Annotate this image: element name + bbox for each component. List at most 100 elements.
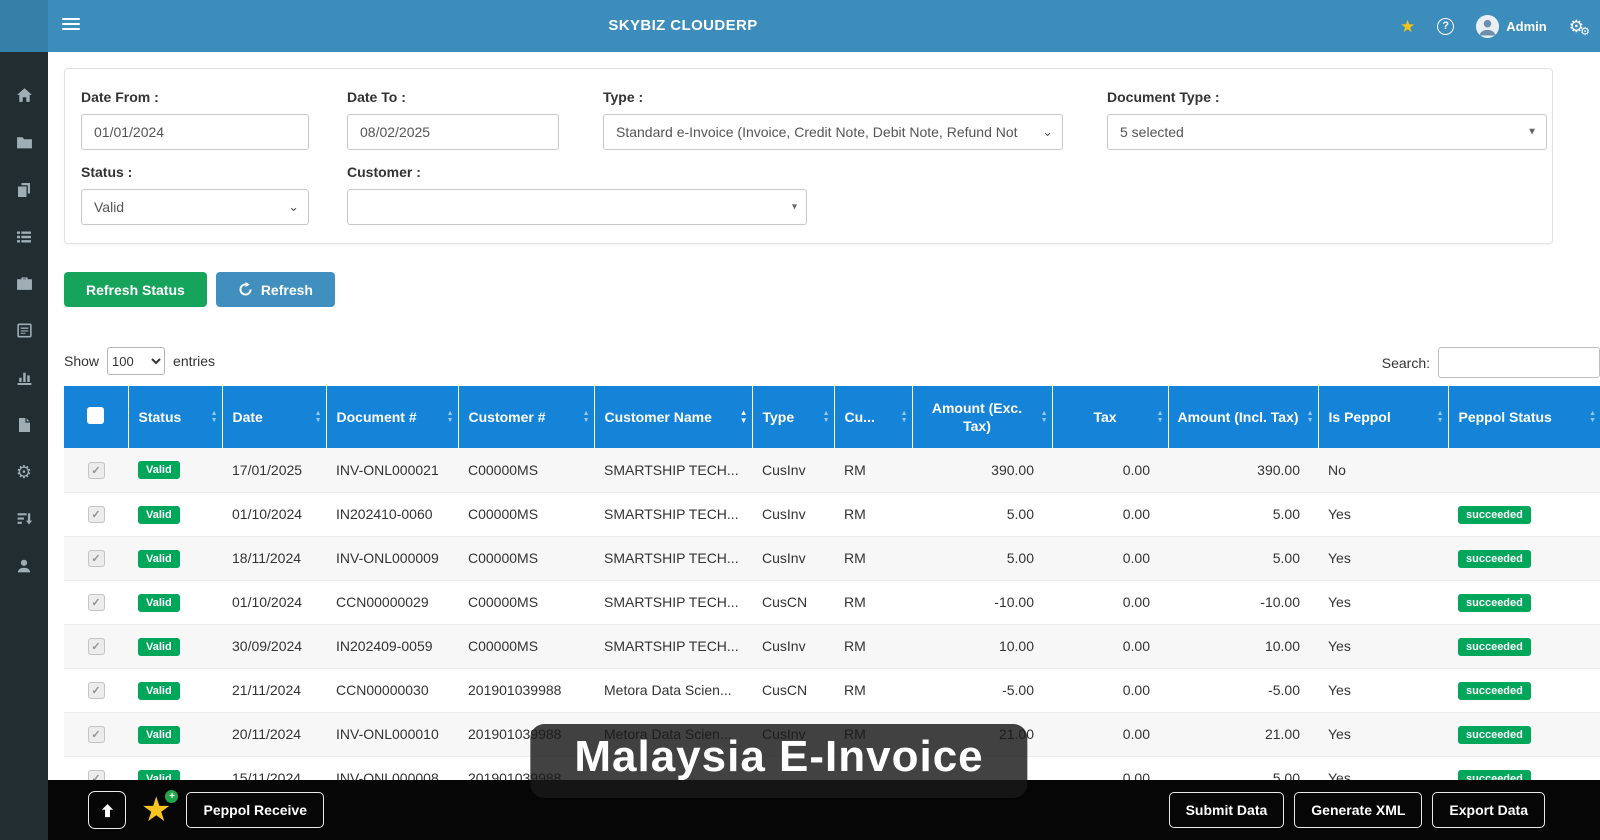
- page-title: Malaysia E-Invoice: [574, 732, 983, 781]
- generate-xml-button[interactable]: Generate XML: [1294, 792, 1422, 828]
- sidebar-item-copy-icon[interactable]: [0, 166, 48, 213]
- customer_no-cell: 201901039988: [458, 668, 594, 712]
- settings-gears-icon[interactable]: ⚙⚙: [1569, 18, 1584, 35]
- peppol_status-cell: succeeded: [1448, 492, 1600, 536]
- is_peppol-cell: Yes: [1318, 624, 1448, 668]
- peppol_status-cell: succeeded: [1448, 668, 1600, 712]
- column-header-amount_exc[interactable]: Amount (Exc. Tax)▲▼: [912, 386, 1052, 448]
- user-menu[interactable]: Admin: [1476, 15, 1546, 38]
- column-header-peppol_status[interactable]: Peppol Status▲▼: [1448, 386, 1600, 448]
- status-cell: Valid: [128, 580, 222, 624]
- entries-label: entries: [173, 353, 215, 369]
- sort-icon: ▲▼: [1041, 410, 1048, 424]
- row-checkbox[interactable]: ✓: [88, 462, 105, 479]
- checkbox-cell: ✓: [64, 712, 128, 756]
- date-to-input[interactable]: [347, 114, 559, 150]
- column-header-doc[interactable]: Document #▲▼: [326, 386, 458, 448]
- row-checkbox[interactable]: ✓: [88, 726, 105, 743]
- peppol-receive-button[interactable]: Peppol Receive: [186, 792, 324, 828]
- sidebar-item-file-icon[interactable]: [0, 401, 48, 448]
- column-header-date[interactable]: Date▲▼: [222, 386, 326, 448]
- menu-icon[interactable]: [62, 18, 80, 32]
- sidebar-item-user-icon[interactable]: [0, 542, 48, 589]
- column-header-customer_name[interactable]: Customer Name▲▼: [594, 386, 752, 448]
- status-cell: Valid: [128, 624, 222, 668]
- dropdown-icon: ▾: [792, 202, 797, 213]
- date-to-label: Date To :: [347, 89, 559, 106]
- scroll-top-button[interactable]: [88, 791, 126, 829]
- customer_no-cell: C00000MS: [458, 492, 594, 536]
- column-header-status[interactable]: Status▲▼: [128, 386, 222, 448]
- page-size-select[interactable]: 100: [107, 347, 165, 375]
- doc-cell: CCN00000029: [326, 580, 458, 624]
- favorite-add-icon[interactable]: ★ +: [141, 793, 171, 827]
- peppol_status-cell: succeeded: [1448, 712, 1600, 756]
- status-badge: Valid: [138, 550, 180, 568]
- is_peppol-cell: Yes: [1318, 580, 1448, 624]
- sidebar-item-list-icon[interactable]: [0, 213, 48, 260]
- topbar-corner: [0, 0, 48, 52]
- sort-icon: ▲▼: [315, 410, 322, 424]
- sidebar-item-folder-icon[interactable]: [0, 119, 48, 166]
- status-select[interactable]: Valid ⌄: [81, 189, 309, 225]
- column-header-type[interactable]: Type▲▼: [752, 386, 834, 448]
- search-input[interactable]: [1438, 347, 1600, 378]
- currency-cell: RM: [834, 448, 912, 492]
- date-cell: 21/11/2024: [222, 668, 326, 712]
- status-cell: Valid: [128, 492, 222, 536]
- sidebar-item-chart-icon[interactable]: [0, 354, 48, 401]
- date-cell: 30/09/2024: [222, 624, 326, 668]
- status-cell: Valid: [128, 712, 222, 756]
- table-row: ✓Valid01/10/2024IN202410-0060C00000MSSMA…: [64, 492, 1600, 536]
- customer_name-cell: SMARTSHIP TECH...: [594, 448, 752, 492]
- customer-select[interactable]: ▾: [347, 189, 807, 225]
- column-header-checkbox[interactable]: [64, 386, 128, 448]
- customer_no-cell: C00000MS: [458, 536, 594, 580]
- type-cell: CusInv: [752, 492, 834, 536]
- sidebar-item-cogs-icon[interactable]: ⚙: [0, 448, 48, 495]
- customer_no-cell: C00000MS: [458, 580, 594, 624]
- type-cell: CusInv: [752, 536, 834, 580]
- status-badge: Valid: [138, 594, 180, 612]
- sidebar-item-tasks-icon[interactable]: [0, 495, 48, 542]
- export-data-button[interactable]: Export Data: [1432, 792, 1545, 828]
- date-from-input[interactable]: [81, 114, 309, 150]
- document-type-select[interactable]: 5 selected ▼: [1107, 114, 1547, 150]
- favorite-star-icon[interactable]: ★: [1400, 18, 1415, 35]
- sort-icon: ▲▼: [740, 409, 748, 425]
- row-checkbox[interactable]: ✓: [88, 638, 105, 655]
- submit-data-button[interactable]: Submit Data: [1169, 792, 1285, 828]
- refresh-status-button[interactable]: Refresh Status: [64, 272, 207, 307]
- date-cell: 20/11/2024: [222, 712, 326, 756]
- column-header-is_peppol[interactable]: Is Peppol▲▼: [1318, 386, 1448, 448]
- date-cell: 18/11/2024: [222, 536, 326, 580]
- row-checkbox[interactable]: ✓: [88, 682, 105, 699]
- type-cell: CusCN: [752, 580, 834, 624]
- sidebar-item-briefcase-icon[interactable]: [0, 260, 48, 307]
- status-cell: Valid: [128, 448, 222, 492]
- checkbox-cell: ✓: [64, 668, 128, 712]
- type-select[interactable]: Standard e-Invoice (Invoice, Credit Note…: [603, 114, 1063, 150]
- select-all-checkbox[interactable]: [87, 407, 104, 424]
- row-checkbox[interactable]: ✓: [88, 506, 105, 523]
- column-header-currency[interactable]: Cu...▲▼: [834, 386, 912, 448]
- tax-cell: 0.00: [1052, 712, 1168, 756]
- is_peppol-cell: No: [1318, 448, 1448, 492]
- column-header-tax[interactable]: Tax▲▼: [1052, 386, 1168, 448]
- column-header-amount_inc[interactable]: Amount (Incl. Tax)▲▼: [1168, 386, 1318, 448]
- help-icon[interactable]: ?: [1437, 18, 1454, 35]
- amount_inc-cell: 21.00: [1168, 712, 1318, 756]
- column-header-customer_no[interactable]: Customer #▲▼: [458, 386, 594, 448]
- checkbox-cell: ✓: [64, 624, 128, 668]
- sidebar-item-journal-icon[interactable]: [0, 307, 48, 354]
- status-label: Status :: [81, 164, 309, 181]
- sidebar-item-home-icon[interactable]: [0, 72, 48, 119]
- status-badge: Valid: [138, 461, 180, 479]
- avatar: [1476, 15, 1499, 38]
- customer_name-cell: SMARTSHIP TECH...: [594, 624, 752, 668]
- refresh-button[interactable]: Refresh: [216, 272, 335, 307]
- table-header-row: Status▲▼Date▲▼Document #▲▼Customer #▲▼Cu…: [64, 386, 1600, 448]
- row-checkbox[interactable]: ✓: [88, 550, 105, 567]
- row-checkbox[interactable]: ✓: [88, 594, 105, 611]
- currency-cell: RM: [834, 536, 912, 580]
